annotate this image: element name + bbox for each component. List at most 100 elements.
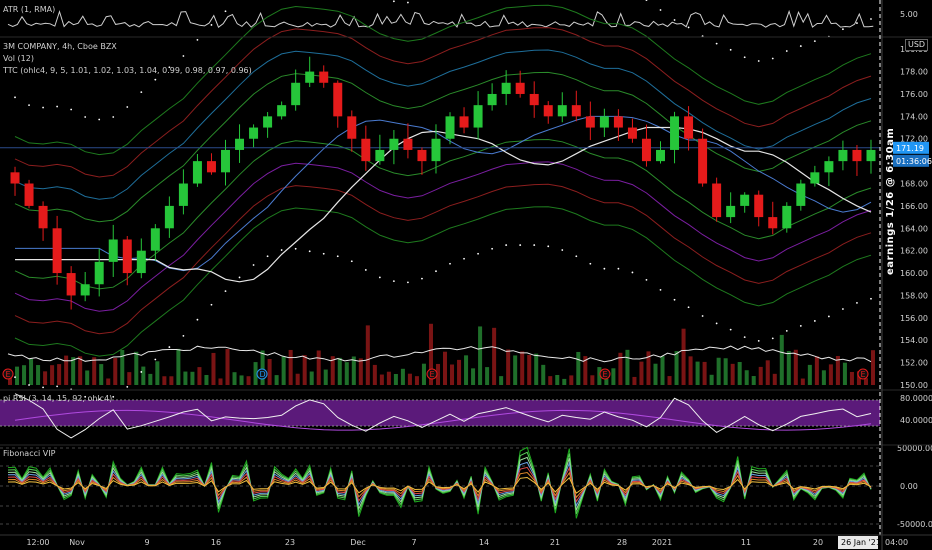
earnings-marker-label: E	[430, 370, 435, 379]
candle-body	[150, 228, 160, 251]
volume-bar	[232, 372, 237, 385]
volume-bar	[190, 371, 195, 385]
ttc-band-line	[14, 161, 872, 312]
volume-bar	[64, 355, 69, 385]
candle-body	[838, 149, 848, 162]
volume-bar	[92, 357, 97, 385]
volume-bar	[344, 362, 349, 385]
volume-bar	[386, 371, 391, 385]
ttc-dot	[856, 302, 858, 304]
ttc-dot	[870, 18, 872, 20]
candle-body	[726, 205, 736, 218]
ttc-dot	[659, 9, 662, 11]
volume-bar	[681, 328, 686, 385]
volume-bar	[569, 375, 574, 385]
candle-body	[768, 217, 778, 229]
candle-body	[810, 172, 820, 184]
candle-body	[459, 116, 469, 128]
ttc-dot	[631, 271, 634, 274]
volume-bar	[218, 378, 223, 385]
volume-bar	[737, 362, 742, 385]
volume-bar	[758, 366, 763, 385]
price-axis-tick: 176.00	[900, 90, 928, 99]
volume-bar	[260, 350, 265, 385]
ttc-dot	[392, 280, 395, 283]
volume-bar	[407, 373, 412, 385]
volume-bar	[323, 369, 328, 385]
price-axis-tick: 174.00	[900, 112, 928, 121]
ttc-dot	[182, 334, 185, 337]
candle-body	[206, 161, 216, 173]
ttc-dot	[561, 249, 564, 251]
ttc-legend[interactable]: TTC (ohlc4, 9, 5, 1.01, 1.02, 1.03, 1.04…	[3, 65, 252, 76]
date-tick: 28	[617, 538, 627, 547]
ttc-dot	[687, 306, 690, 309]
ttc-dot	[42, 386, 44, 389]
candle-body	[487, 93, 497, 106]
volume-bar	[134, 351, 139, 385]
volume-bar	[793, 349, 798, 385]
price-axis-tick: 160.00	[900, 269, 928, 278]
volume-bar	[43, 371, 48, 385]
volume-legend[interactable]: Vol (12)	[3, 53, 34, 64]
price-axis: 180.00178.00176.00174.00172.00170.00168.…	[0, 0, 932, 550]
time-badge: 04:00	[885, 538, 908, 547]
volume-bar	[106, 378, 111, 385]
volume-bar	[141, 366, 146, 385]
ttc-dot	[729, 328, 732, 331]
ttc-dot	[168, 346, 171, 348]
ttc-dot	[196, 318, 199, 321]
candle-body	[557, 105, 567, 117]
candle-body	[782, 205, 792, 229]
chart-canvas[interactable]: 5.00 EDEEE 80.000040.0000 50000.000.00-5…	[0, 0, 932, 550]
ttc-dot	[673, 298, 676, 301]
candle-body	[501, 82, 511, 94]
volume-bar	[730, 363, 735, 385]
ttc-dot	[701, 315, 704, 317]
candle-body	[122, 239, 132, 274]
volume-bar	[36, 365, 41, 385]
ttc-dot	[378, 276, 381, 279]
ttc-dot	[715, 42, 718, 45]
volume-bar	[576, 351, 581, 385]
volume-bar	[225, 349, 230, 385]
date-tick: 16	[211, 538, 221, 547]
volume-bar	[295, 373, 300, 385]
rsi-legend[interactable]: pi RSI (3, 14, 15, 92, ohlc4)	[3, 393, 112, 404]
volume-bar	[485, 367, 490, 385]
last-price-value: 171.19	[896, 144, 924, 153]
date-tick: 21	[550, 538, 560, 547]
fibonacci-legend[interactable]: Fibonacci VIP	[3, 448, 55, 459]
price-axis-tick: 162.00	[900, 247, 928, 256]
atr-legend[interactable]: ATR (1, RMA)	[3, 4, 55, 15]
candle-body	[108, 239, 118, 262]
volume-bar	[667, 376, 672, 385]
ttc-dot	[56, 385, 59, 388]
candle-body	[627, 127, 637, 139]
ttc-band-line	[14, 206, 872, 357]
currency-badge[interactable]: USD	[905, 39, 929, 51]
candle-body	[656, 149, 665, 162]
date-tick: 12:00	[26, 538, 49, 547]
volume-bar	[513, 355, 518, 385]
volume-bar	[527, 355, 532, 385]
volume-bar	[457, 359, 462, 385]
date-tick: Nov	[69, 538, 85, 547]
ttc-dot	[589, 262, 592, 265]
fib-axis-tick: 0.00	[900, 482, 918, 491]
volume-bar	[751, 376, 756, 385]
candle-body	[291, 82, 301, 106]
candle-body	[431, 138, 441, 162]
symbol-legend[interactable]: 3M COMPANY, 4h, Cboe BZX	[3, 41, 117, 52]
earnings-note: earnings 1/26 @ 6:30am	[885, 127, 896, 275]
ttc-dot	[799, 45, 802, 47]
ttc-dot	[70, 108, 73, 111]
price-axis-tick: 154.00	[900, 336, 928, 345]
volume-bar	[57, 364, 62, 385]
candle-body	[445, 116, 455, 139]
date-tick: 23	[285, 538, 295, 547]
ttc-dot	[519, 244, 522, 246]
candle-body	[641, 138, 651, 162]
candle-body	[375, 149, 385, 162]
volume-bar	[183, 371, 188, 385]
